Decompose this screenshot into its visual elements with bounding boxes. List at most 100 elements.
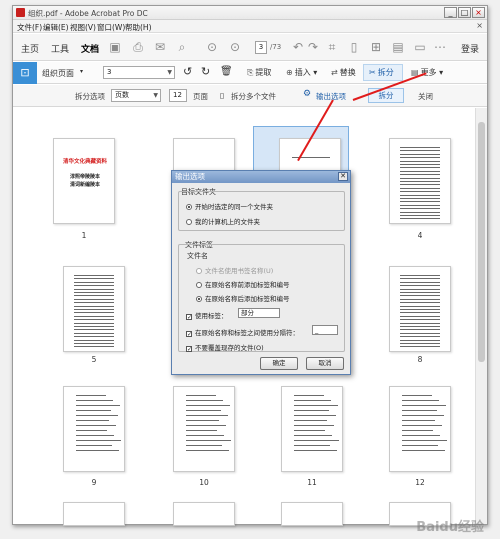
menu-file[interactable]: 文件(F) [17, 22, 42, 33]
gear-icon[interactable]: ⚙ [303, 89, 311, 99]
no-overwrite-checkbox[interactable]: ✓ 不要覆盖现存的文件(O) [186, 342, 264, 353]
insert-button[interactable]: ⊕ 插入 ▾ [286, 67, 317, 78]
maximize-button[interactable]: □ [458, 7, 471, 18]
organize-pages-icon[interactable]: ⊡ [13, 62, 37, 84]
text-line [400, 211, 440, 213]
minimize-button[interactable]: _ [444, 7, 457, 18]
page-range-value: 3 [107, 68, 112, 76]
split-multiple-files-button[interactable]: 拆分多个文件 [231, 91, 276, 102]
text-line [400, 288, 440, 290]
tab-tools[interactable]: 工具 [51, 42, 69, 55]
text-line [294, 395, 324, 396]
ok-button[interactable]: 确定 [260, 357, 298, 370]
delete-icon[interactable]: 🗑 [220, 66, 233, 77]
page-number-input[interactable]: 3 [255, 41, 267, 54]
dialog-close-icon[interactable]: ✕ [338, 172, 348, 181]
page-thumbnail[interactable] [173, 502, 235, 526]
extract-button[interactable]: ⎘ 提取 [247, 67, 271, 78]
menu-window[interactable]: 窗口(W) [97, 22, 125, 33]
page-thumbnail[interactable] [173, 386, 235, 472]
print-icon[interactable]: ⎙ [131, 40, 145, 54]
page-number-label: 8 [417, 355, 423, 364]
my-computer-radio[interactable]: 我的计算机上的文件夹 [186, 216, 260, 226]
text-line [400, 305, 440, 307]
split-by-select[interactable]: 页数 ▼ [111, 89, 161, 102]
email-icon[interactable]: ✉ [153, 40, 167, 54]
suffix-radio[interactable]: 在原始名称后添加标签和编号 [196, 293, 290, 303]
page-thumbnail[interactable]: 清华文化典藏资料 淳熙帝陵陵本 清词新编陵本 [53, 138, 115, 224]
search-icon[interactable]: ⌕ [175, 40, 189, 54]
same-folder-radio[interactable]: 开始时选定的同一个文件夹 [186, 201, 273, 211]
menu-help[interactable]: 帮助(H) [125, 22, 152, 33]
text-line [74, 281, 114, 283]
menu-edit[interactable]: 编辑(E) [43, 22, 69, 33]
close-document-icon[interactable]: × [476, 21, 483, 30]
text-line [400, 208, 440, 210]
split-multiple-icon[interactable]: ▯ [220, 91, 224, 100]
page-thumbnail[interactable] [281, 386, 343, 472]
label-input[interactable]: 部分 [238, 308, 280, 318]
text-line [76, 420, 109, 421]
text-line [76, 450, 119, 451]
undo-icon[interactable]: ↺ [183, 65, 192, 78]
menu-view[interactable]: 视图(V) [70, 22, 96, 33]
text-line [400, 302, 440, 304]
page-thumbnail[interactable] [63, 266, 125, 352]
tab-document[interactable]: 文档 [81, 42, 99, 55]
split-button[interactable]: ✂ 拆分 [369, 67, 394, 78]
page-down-icon[interactable]: ⊙ [228, 40, 242, 54]
close-split-button[interactable]: 关闭 [418, 91, 433, 102]
page-thumbnail[interactable] [389, 138, 451, 224]
dialog-title: 输出选项 [172, 171, 350, 183]
prefix-radio[interactable]: 在原始名称前添加标签和编号 [196, 279, 290, 289]
page-icon[interactable]: ▯ [347, 40, 361, 54]
split-label: 拆分 [377, 68, 394, 77]
organize-title[interactable]: 组织页面 [42, 68, 74, 79]
text-line [186, 395, 216, 396]
text-line [74, 298, 114, 300]
page-up-icon[interactable]: ⊙ [205, 40, 219, 54]
login-link[interactable]: 登录 [461, 42, 479, 55]
text-line [400, 346, 440, 348]
text-line [186, 450, 229, 451]
page-thumbnail[interactable] [63, 502, 125, 526]
text-line [74, 275, 114, 276]
more-tools-icon[interactable]: ⋯ [433, 40, 447, 54]
rotate-right-icon[interactable]: ↷ [306, 40, 320, 54]
title-bar: 组织.pdf - Adobe Acrobat Pro DC _ □ × [13, 6, 487, 20]
replace-button[interactable]: ⇄ 替换 [331, 67, 356, 78]
page-count-input[interactable]: 12 [169, 89, 187, 102]
cancel-button[interactable]: 取消 [306, 357, 344, 370]
page-range-select[interactable]: 3 ▼ [103, 66, 175, 79]
pages-icon[interactable]: ▤ [391, 40, 405, 54]
vertical-scrollbar[interactable] [475, 108, 487, 524]
use-separator-checkbox[interactable]: ✓ 在原始名称和标签之间使用分隔符： [186, 327, 299, 338]
use-label-checkbox[interactable]: ✓ 使用标签： [186, 310, 228, 321]
save-icon[interactable]: ▣ [108, 40, 122, 54]
text-line [74, 295, 114, 297]
chevron-down-icon[interactable]: ▾ [80, 68, 83, 75]
close-button[interactable]: × [472, 7, 485, 18]
screenshot-frame: 组织.pdf - Adobe Acrobat Pro DC _ □ × 文件(F… [0, 0, 500, 539]
separator-input[interactable]: _ [312, 325, 338, 335]
page-thumbnail[interactable] [63, 386, 125, 472]
tab-home[interactable]: 主页 [21, 42, 39, 55]
page-thumbnail[interactable] [389, 386, 451, 472]
monitor-icon[interactable]: ▭ [413, 40, 427, 54]
text-line [74, 346, 114, 348]
page-thumbnail[interactable] [281, 502, 343, 526]
rotate-left-icon[interactable]: ↶ [291, 40, 305, 54]
text-line [294, 425, 334, 426]
page-thumbnail[interactable] [389, 266, 451, 352]
text-line [76, 430, 107, 431]
text-line [76, 395, 106, 396]
redo-icon[interactable]: ↻ [201, 65, 210, 78]
text-line [400, 174, 440, 176]
scrollbar-thumb[interactable] [478, 122, 485, 362]
check-icon: ✓ [186, 314, 193, 321]
organize-icon[interactable]: ⊞ [369, 40, 383, 54]
text-line [76, 410, 111, 411]
chevron-down-icon: ▼ [167, 69, 172, 76]
crop-icon[interactable]: ⌗ [325, 40, 339, 54]
my-computer-label: 我的计算机上的文件夹 [195, 218, 260, 226]
